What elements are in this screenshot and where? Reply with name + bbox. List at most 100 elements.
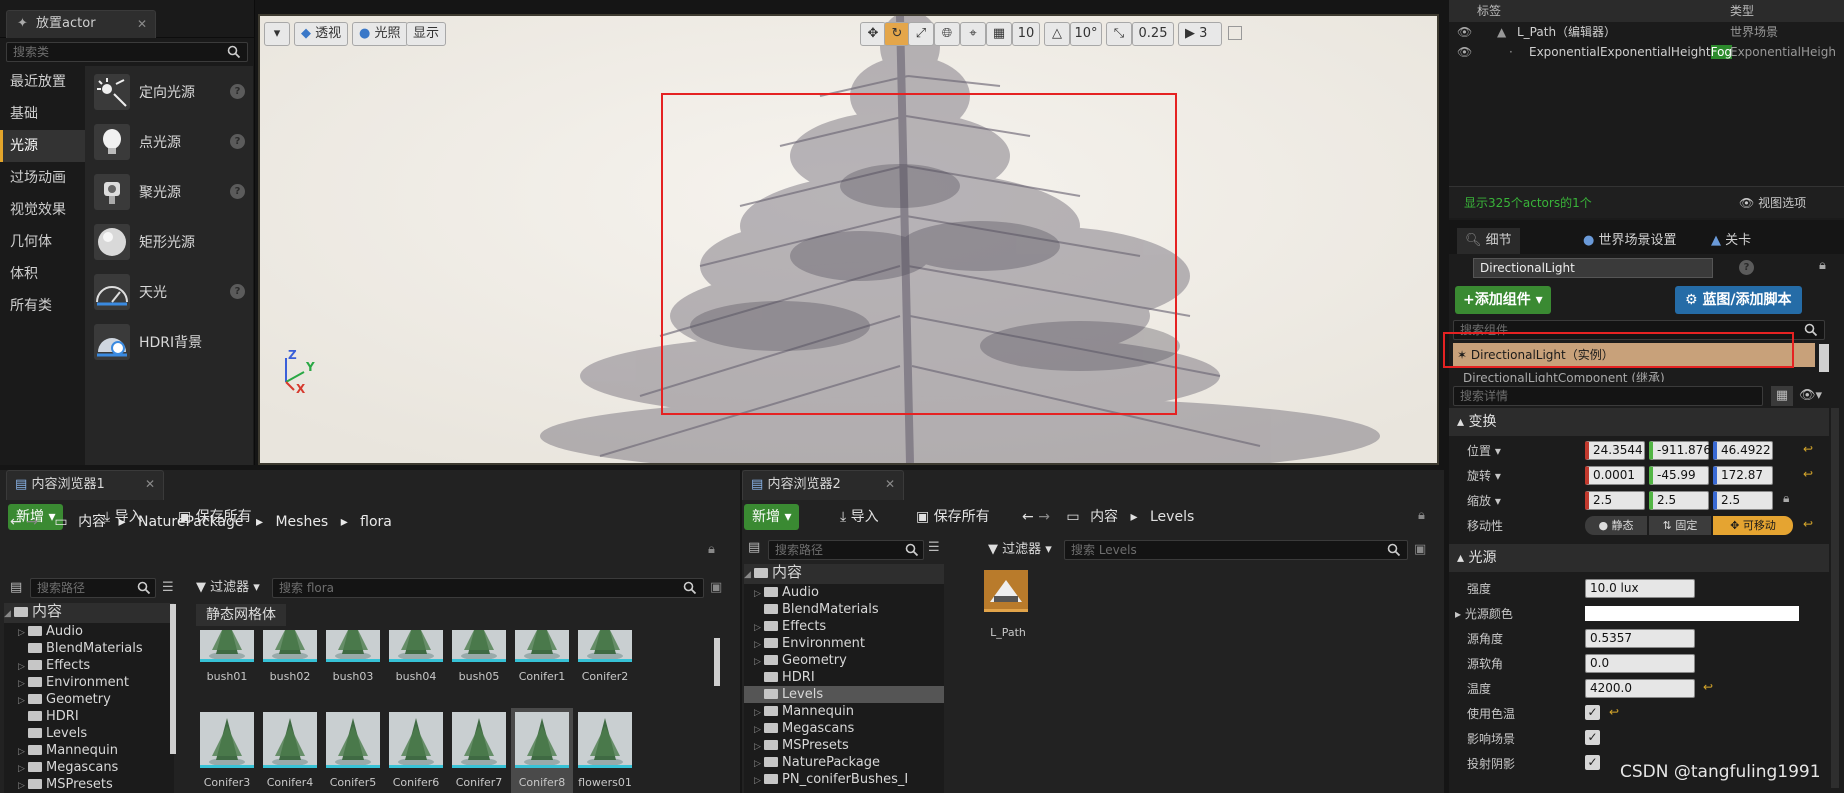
source-soft-angle-field[interactable]: 0.0 (1585, 654, 1695, 673)
tree-item[interactable]: ▷ Geometry (4, 691, 174, 708)
tree-item[interactable]: HDRI (4, 708, 174, 725)
asset-tile[interactable]: L_Path (984, 570, 1032, 639)
light-item-rect[interactable]: 矩形光源 (85, 218, 253, 266)
help-icon[interactable]: ? (230, 84, 245, 99)
category-visual-effects[interactable]: 视觉效果 (0, 194, 85, 226)
surface-snap-icon[interactable]: ⌖ (960, 22, 986, 46)
tree-item[interactable]: ▷ Audio (744, 584, 944, 601)
category-recent[interactable]: 最近放置 (0, 66, 85, 98)
asset-tile[interactable]: flowers01 (578, 712, 632, 789)
cast-shadows-checkbox[interactable]: ✓ (1585, 755, 1600, 770)
tab-level[interactable]: ▲ 关卡 (1711, 228, 1751, 254)
breadcrumb-item[interactable]: 内容 (78, 514, 106, 530)
asset-search-input[interactable]: 搜索 Levels (1064, 540, 1408, 560)
asset-tile[interactable]: bush03 (326, 630, 380, 683)
scroll-thumb[interactable] (1819, 344, 1829, 372)
show-button[interactable]: 显示 (406, 22, 447, 46)
help-icon[interactable]: ? (230, 184, 245, 199)
mobility-movable-button[interactable]: ✥ 可移动 (1713, 516, 1793, 535)
outliner-label-header[interactable]: 标签 (1477, 0, 1501, 22)
forward-arrow-icon[interactable]: → (26, 514, 38, 530)
tree-options-icon[interactable]: ▤ (748, 540, 760, 555)
light-section-header[interactable]: ▴ 光源 (1449, 544, 1829, 572)
tree-item[interactable]: ▷ Effects (4, 657, 174, 674)
blueprint-add-script-button[interactable]: ⚙ 蓝图/添加脚本 (1675, 286, 1802, 314)
light-item-hdri[interactable]: HDRI背景 (85, 318, 253, 366)
path-search-input[interactable]: 搜索路径 (768, 540, 924, 560)
close-icon[interactable]: ✕ (883, 477, 897, 491)
outliner-type-header[interactable]: 类型 (1730, 0, 1754, 22)
filter-button[interactable]: ▼ 过滤器 ▾ (196, 578, 260, 598)
tree-item[interactable]: ▷ Environment (4, 674, 174, 691)
location-z-field[interactable]: 46.4922 (1713, 441, 1773, 460)
tree-options-icon[interactable]: ▤ (10, 580, 22, 595)
breadcrumb-item[interactable]: flora (360, 514, 392, 530)
import-button[interactable]: ⤓ 导入 (840, 504, 879, 530)
filter-button[interactable]: ▼ 过滤器 ▾ (988, 540, 1052, 560)
maximize-viewport-icon[interactable] (1228, 26, 1242, 40)
save-all-button[interactable]: ▣ 保存所有 (916, 504, 990, 530)
asset-tile[interactable]: Conifer1 (515, 630, 569, 683)
scale-snap-icon[interactable]: ⤡ (1106, 22, 1132, 46)
content-browser-1-tab[interactable]: ▤ 内容浏览器1 ✕ (6, 470, 164, 500)
asset-tile[interactable]: bush02 (263, 630, 317, 683)
details-search-input[interactable]: 搜索详情 (1453, 386, 1763, 406)
world-space-icon[interactable]: 🌐︎ (934, 22, 960, 46)
category-geometry[interactable]: 几何体 (0, 226, 85, 258)
rotation-x-field[interactable]: 0.0001 (1585, 466, 1645, 485)
location-y-field[interactable]: -911.876 (1649, 441, 1711, 460)
grid-snap-icon[interactable]: ▦ (986, 22, 1012, 46)
lit-mode-button[interactable]: ● 光照 (352, 22, 408, 46)
breadcrumb-item[interactable]: Levels (1150, 509, 1194, 525)
asset-tile[interactable]: Conifer7 (452, 712, 506, 789)
category-all-classes[interactable]: 所有类 (0, 290, 85, 322)
rotate-tool-icon[interactable]: ↻ (884, 22, 910, 46)
view-options-button[interactable]: 👁︎ 视图选项 (1739, 194, 1806, 211)
breadcrumb-item[interactable]: 内容 (1090, 509, 1118, 525)
class-search-input[interactable]: 搜索类 (6, 42, 248, 62)
asset-tile[interactable]: bush05 (452, 630, 506, 683)
perspective-button[interactable]: ◆ 透视 (294, 22, 349, 46)
tree-item[interactable]: ▷ Megascans (4, 759, 174, 776)
reset-icon[interactable]: ↩ (1703, 680, 1713, 694)
scale-tool-icon[interactable]: ⤢ (908, 22, 934, 46)
tree-item[interactable]: ▷ PN_coniferBushes_I (744, 771, 944, 788)
outliner-row[interactable]: 👁︎ ▲ L_Path（编辑器） 世界场景 (1449, 22, 1844, 42)
back-arrow-icon[interactable]: ← (10, 514, 22, 530)
details-scrollbar[interactable] (1831, 408, 1839, 788)
light-item-directional[interactable]: 定向光源 ? (85, 68, 253, 116)
save-search-icon[interactable]: ▣ (1414, 542, 1426, 557)
place-actors-tab[interactable]: ✦ 放置actor ✕ (6, 10, 156, 38)
tree-item[interactable]: ▷ Geometry (744, 652, 944, 669)
category-lights[interactable]: 光源 (0, 130, 85, 162)
scale-y-field[interactable]: 2.5 (1649, 491, 1709, 510)
asset-tile[interactable]: bush04 (389, 630, 443, 683)
asset-tile[interactable]: Conifer3 (200, 712, 254, 789)
asset-scrollbar[interactable] (714, 638, 720, 686)
lock-icon[interactable]: 🔒︎ (708, 542, 715, 557)
help-icon[interactable]: ? (230, 284, 245, 299)
asset-tile[interactable]: Conifer2 (578, 630, 632, 683)
tree-item[interactable]: HDRI (744, 669, 944, 686)
scale-x-field[interactable]: 2.5 (1585, 491, 1645, 510)
breadcrumb-item[interactable]: Meshes (275, 514, 328, 530)
viewport-options-button[interactable]: ▾ (264, 22, 290, 46)
filter-chip[interactable]: 静态网格体 (196, 604, 286, 626)
actor-name-field[interactable]: DirectionalLight (1473, 258, 1713, 278)
tab-world-settings[interactable]: ● 世界场景设置 (1583, 228, 1677, 254)
asset-search-input[interactable]: 搜索 flora (272, 578, 704, 598)
tree-item[interactable]: Levels (4, 725, 174, 742)
tree-item[interactable]: ▷ Audio (4, 623, 174, 640)
scale-snap-value[interactable]: 0.25 (1132, 22, 1174, 46)
asset-tile[interactable]: bush01 (200, 630, 254, 683)
help-icon[interactable]: ? (1739, 260, 1754, 275)
add-component-button[interactable]: +添加组件 ▾ (1455, 286, 1551, 314)
rotation-snap-icon[interactable]: △ (1044, 22, 1070, 46)
tree-item[interactable]: ▷ MSPresets (4, 776, 174, 793)
close-icon[interactable]: ✕ (135, 17, 149, 31)
reset-icon[interactable]: ↩ (1609, 705, 1619, 719)
forward-arrow-icon[interactable]: → (1038, 509, 1050, 525)
light-color-swatch[interactable] (1585, 606, 1799, 621)
category-volumes[interactable]: 体积 (0, 258, 85, 290)
use-temperature-checkbox[interactable]: ✓ (1585, 705, 1600, 720)
